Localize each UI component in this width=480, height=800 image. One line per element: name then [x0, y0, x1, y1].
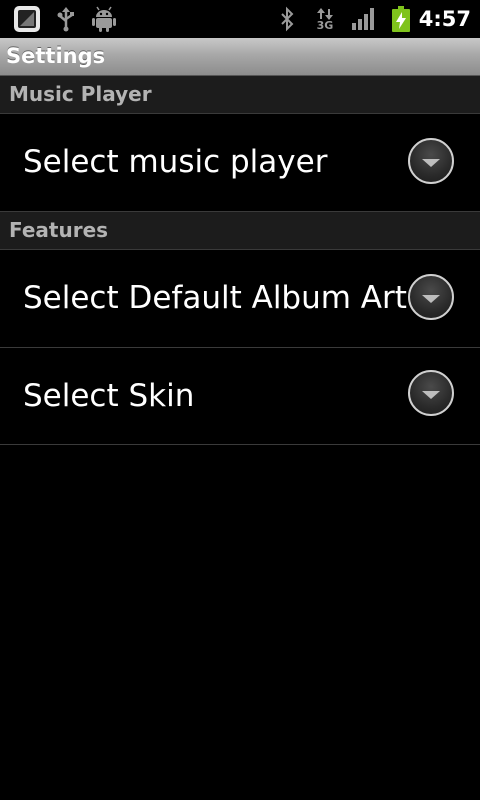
android-debug-icon — [91, 0, 117, 38]
pref-select-skin[interactable]: Select Skin — [0, 348, 480, 445]
section-header-music-player: Music Player — [0, 76, 480, 114]
battery-charging-icon — [389, 0, 413, 38]
section-header-features: Features — [0, 212, 480, 250]
dropdown-button[interactable] — [408, 274, 454, 320]
section-header-label: Features — [9, 218, 109, 242]
network-type-label: 3G — [316, 18, 334, 32]
section-header-label: Music Player — [9, 82, 152, 106]
dropdown-button[interactable] — [408, 138, 454, 184]
status-bar: 3G 4:57 — [0, 0, 480, 38]
title-bar: Settings — [0, 38, 480, 76]
pref-label: Select music player — [23, 144, 328, 180]
pref-label: Select Default Album Art — [23, 280, 407, 316]
signal-icon — [350, 0, 378, 38]
chevron-down-icon — [422, 158, 440, 167]
bluetooth-icon — [277, 0, 297, 38]
chevron-down-icon — [422, 390, 440, 399]
pref-select-default-album-art[interactable]: Select Default Album Art — [0, 250, 480, 348]
pref-label: Select Skin — [23, 378, 195, 414]
page-title: Settings — [6, 44, 106, 68]
network-3g-icon: 3G — [313, 0, 337, 38]
app-notification-icon — [12, 0, 42, 38]
dropdown-button[interactable] — [408, 370, 454, 416]
pref-select-music-player[interactable]: Select music player — [0, 114, 480, 212]
usb-icon — [55, 0, 77, 38]
chevron-down-icon — [422, 294, 440, 303]
status-clock: 4:57 — [418, 7, 471, 31]
